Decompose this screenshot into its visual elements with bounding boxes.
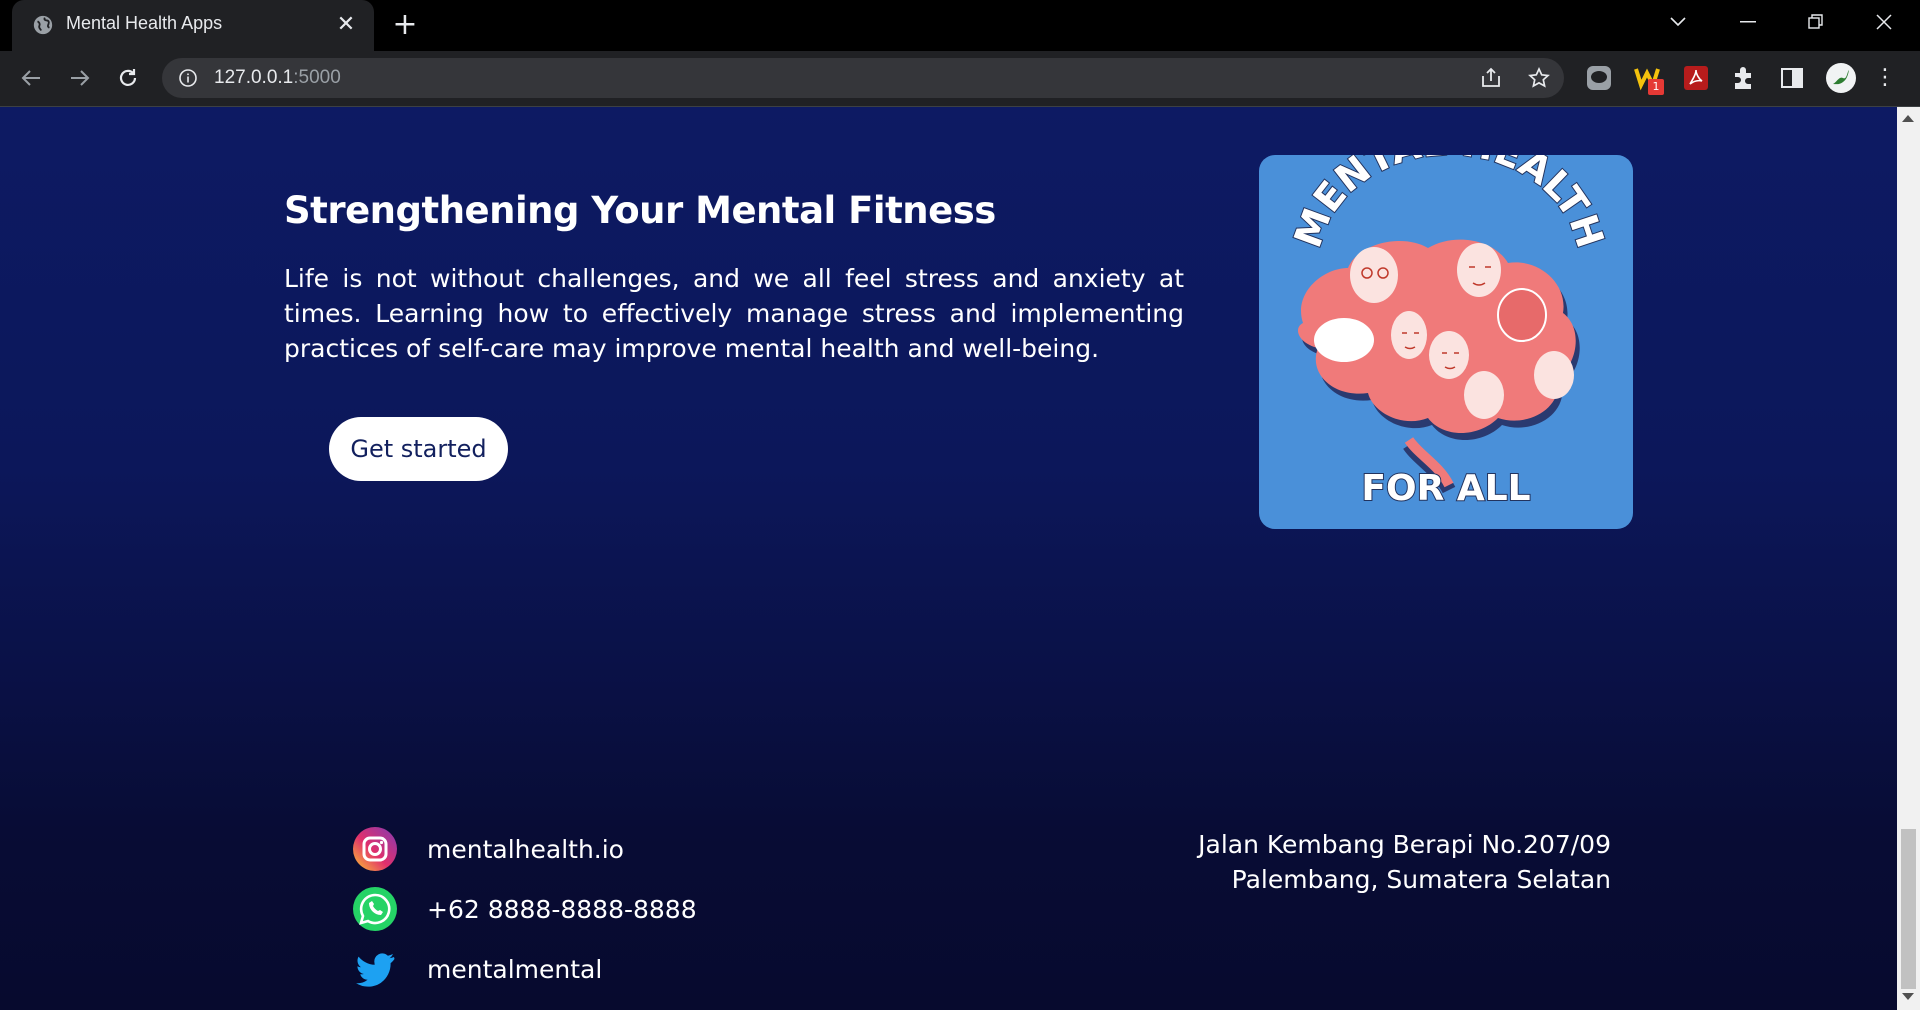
twitter-link[interactable]: mentalmental [352, 945, 852, 993]
scroll-down-arrow-icon[interactable] [1902, 993, 1914, 1000]
poster-bottom-text: FOR ALL [1361, 468, 1530, 509]
tab-search-icon[interactable] [1652, 0, 1704, 44]
tab-strip: Mental Health Apps ✕ + [0, 0, 1920, 51]
url-host: 127.0.0.1 [214, 67, 294, 88]
address-bar[interactable]: 127.0.0.1:5000 [162, 58, 1564, 98]
new-tab-button[interactable]: + [388, 9, 422, 43]
restore-button[interactable] [1790, 0, 1842, 44]
globe-icon [33, 15, 53, 35]
profile-avatar[interactable] [1825, 62, 1857, 94]
page-scrollbar[interactable] [1897, 107, 1920, 1010]
arrow-right-icon [71, 70, 90, 86]
instagram-link[interactable]: mentalhealth.io [352, 825, 852, 873]
reload-button[interactable] [109, 59, 147, 97]
browser-tab[interactable]: Mental Health Apps ✕ [12, 0, 374, 51]
browser-toolbar: 127.0.0.1:5000 1 ⋮ [0, 51, 1920, 107]
info-icon[interactable] [178, 68, 198, 88]
menu-kebab-icon[interactable]: ⋮ [1874, 65, 1896, 91]
side-panel-icon[interactable] [1779, 65, 1805, 91]
close-window-button[interactable] [1858, 0, 1910, 44]
page-content: Strengthening Your Mental Fitness Life i… [0, 107, 1897, 1010]
footer-address: Jalan Kembang Berapi No.207/09 Palembang… [1198, 827, 1611, 897]
scrollbar-thumb[interactable] [1901, 829, 1916, 989]
get-started-button[interactable]: Get started [329, 417, 508, 481]
scroll-up-arrow-icon[interactable] [1902, 115, 1914, 122]
pdf-extension-icon[interactable] [1683, 65, 1709, 91]
tab-title: Mental Health Apps [66, 13, 223, 33]
brain-illustration: MENTAL HEALTH FOR ALL [1285, 155, 1614, 510]
back-button[interactable] [12, 59, 50, 97]
instagram-icon [353, 827, 397, 871]
url-text[interactable]: 127.0.0.1:5000 [214, 67, 341, 89]
url-port: :5000 [293, 67, 341, 88]
extension-badge-icon[interactable]: 1 [1634, 65, 1664, 95]
twitter-handle: mentalmental [427, 954, 603, 984]
extension-badge-count: 1 [1648, 79, 1664, 95]
arrow-left-icon [21, 70, 40, 86]
whatsapp-icon [353, 887, 397, 931]
hero-description: Life is not without challenges, and we a… [284, 264, 1184, 363]
share-icon[interactable] [1479, 66, 1503, 90]
hero-title: Strengthening Your Mental Fitness [284, 189, 996, 232]
close-tab-icon[interactable]: ✕ [332, 11, 360, 39]
bookmark-star-icon[interactable] [1527, 66, 1551, 90]
line-extension-icon[interactable] [1586, 65, 1612, 91]
poster-top-text: MENTAL HEALTH [1286, 155, 1613, 253]
instagram-handle: mentalhealth.io [427, 834, 624, 864]
puzzle-extensions-icon[interactable] [1731, 65, 1757, 91]
address-line-2: Palembang, Sumatera Selatan [1231, 865, 1611, 894]
whatsapp-number: +62 8888-8888-8888 [427, 894, 697, 924]
reload-icon [119, 69, 137, 86]
address-line-1: Jalan Kembang Berapi No.207/09 [1198, 830, 1611, 859]
forward-button[interactable] [61, 59, 99, 97]
mental-health-poster: MENTAL HEALTH FOR ALL [1259, 155, 1633, 529]
whatsapp-link[interactable]: +62 8888-8888-8888 [352, 885, 852, 933]
twitter-icon [356, 953, 395, 987]
minimize-button[interactable] [1722, 0, 1774, 44]
